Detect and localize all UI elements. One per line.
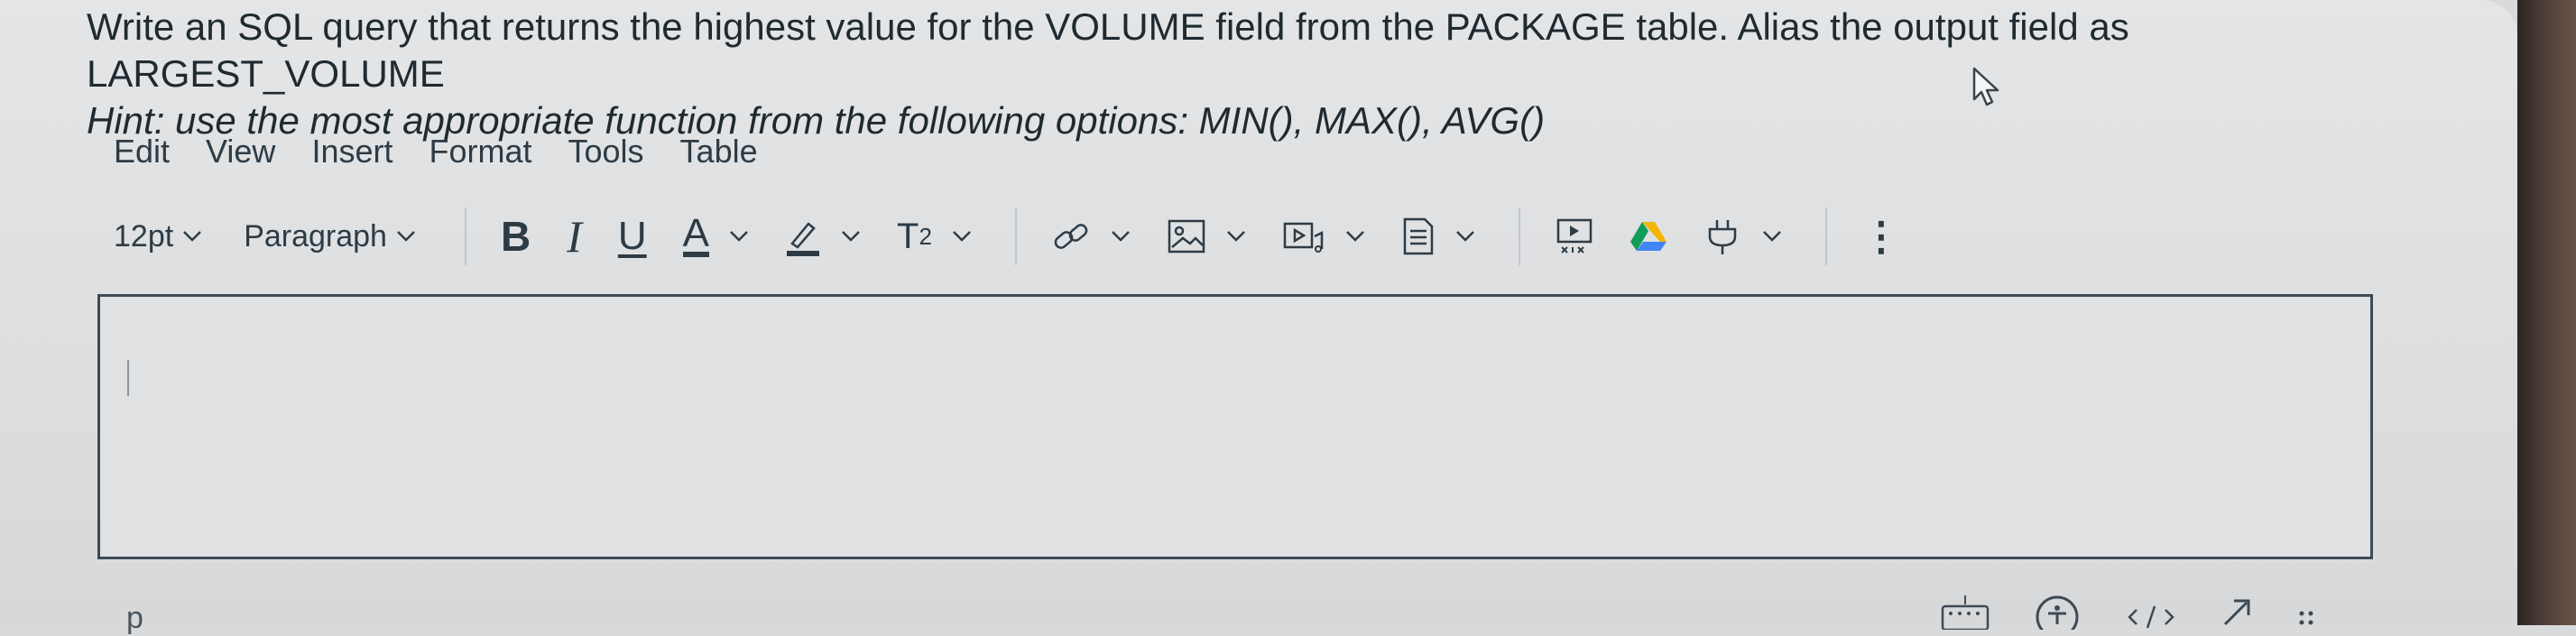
media-button[interactable] [1282, 218, 1365, 254]
font-size-select[interactable]: 12pt [114, 219, 202, 254]
google-drive-button[interactable] [1630, 220, 1667, 253]
chevron-down-icon [1763, 231, 1781, 242]
toolbar-divider [1518, 207, 1520, 265]
editor-toolbar: 12pt Paragraph B I U A T2 ⋮ [114, 200, 1937, 272]
statusbar-icons [1940, 594, 2315, 630]
text-color-label: A [682, 211, 709, 257]
image-icon [1168, 219, 1205, 253]
menubar: Edit View Insert Format Tools Table [114, 126, 794, 177]
question-text: Write an SQL query that returns the high… [87, 5, 2129, 95]
toolbar-divider [464, 207, 466, 265]
underline-label: U [617, 214, 647, 258]
chevron-down-icon [842, 231, 860, 242]
highlight-color-button[interactable] [785, 217, 861, 256]
highlighter-icon [787, 222, 819, 256]
chevron-down-icon [1227, 231, 1245, 242]
plugin-button[interactable] [1703, 217, 1782, 256]
chevron-down-icon [730, 231, 748, 242]
html-icon[interactable] [2124, 594, 2178, 630]
more-icon: ⋮ [1860, 214, 1901, 259]
italic-button[interactable]: I [567, 210, 582, 263]
block-format-value: Paragraph [244, 218, 387, 253]
italic-label: I [567, 211, 582, 262]
superscript-button[interactable]: T2 [897, 217, 972, 257]
chevron-down-icon [1112, 231, 1130, 242]
page: Write an SQL query that returns the high… [0, 0, 2517, 635]
chevron-down-icon [1346, 231, 1364, 242]
apps-icon [1556, 218, 1593, 253]
superscript-exponent: 2 [919, 222, 932, 250]
menu-edit[interactable]: Edit [114, 126, 170, 177]
google-drive-icon [1630, 222, 1667, 251]
menu-tools[interactable]: Tools [568, 126, 644, 177]
bold-button[interactable]: B [501, 212, 531, 261]
text-caret [127, 360, 129, 396]
chevron-down-icon [397, 231, 415, 242]
monitor-bezel [2517, 0, 2576, 625]
link-icon [1054, 224, 1088, 249]
element-path: p [126, 601, 143, 635]
keyboard-icon[interactable] [1940, 594, 1990, 630]
toolbar-divider [1824, 207, 1827, 265]
apps-button[interactable] [1555, 217, 1594, 256]
question-prompt: Write an SQL query that returns the high… [87, 4, 2433, 144]
menu-format[interactable]: Format [429, 126, 531, 177]
toolbar-divider [1014, 207, 1017, 265]
more-options-button[interactable]: ⋮ [1861, 214, 1901, 260]
menu-view[interactable]: View [206, 126, 275, 177]
resize-icon[interactable] [2220, 594, 2256, 630]
mouse-pointer-icon [1972, 67, 1999, 106]
text-color-button[interactable]: A [682, 211, 749, 257]
chevron-down-icon [183, 231, 202, 242]
drag-handle-icon[interactable] [2297, 594, 2315, 630]
chevron-down-icon [1456, 231, 1474, 242]
editor-textarea[interactable] [97, 294, 2373, 559]
bold-label: B [500, 213, 531, 260]
accessibility-icon[interactable] [2032, 594, 2082, 630]
superscript-label: T [897, 216, 919, 256]
font-size-value: 12pt [114, 218, 174, 253]
chevron-down-icon [953, 231, 971, 242]
image-button[interactable] [1167, 218, 1246, 254]
menu-insert[interactable]: Insert [311, 126, 392, 177]
plugin-icon [1708, 220, 1737, 254]
link-button[interactable] [1051, 217, 1131, 256]
document-icon [1403, 217, 1434, 255]
block-format-select[interactable]: Paragraph [244, 219, 416, 254]
media-icon [1283, 222, 1324, 253]
menu-table[interactable]: Table [680, 126, 758, 177]
underline-button[interactable]: U [618, 214, 647, 259]
document-button[interactable] [1401, 217, 1475, 256]
